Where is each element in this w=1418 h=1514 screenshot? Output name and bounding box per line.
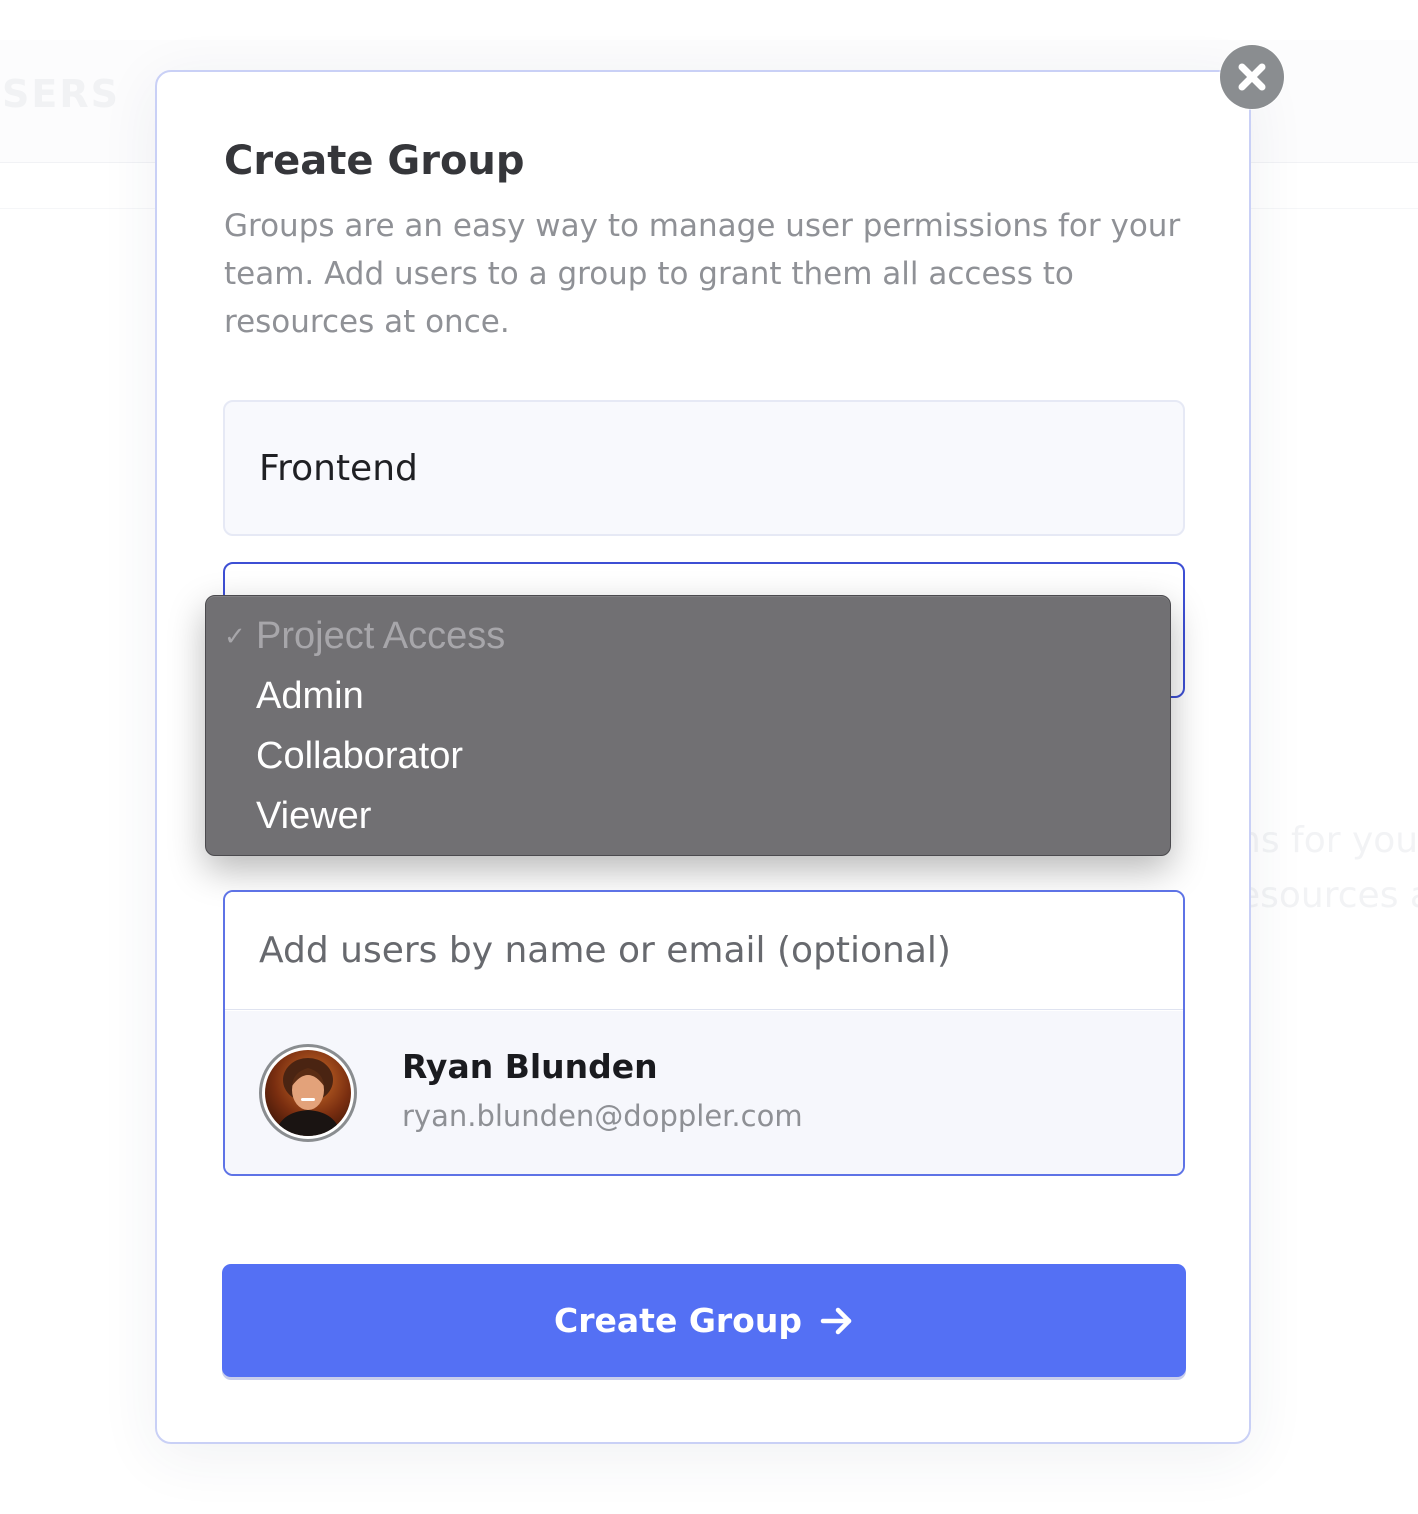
background-page-title: SERS	[2, 72, 120, 116]
create-group-button[interactable]: Create Group	[222, 1264, 1186, 1377]
avatar	[259, 1044, 357, 1142]
dropdown-option-admin[interactable]: Admin	[206, 666, 1170, 726]
create-group-button-label: Create Group	[554, 1301, 802, 1340]
group-name-input[interactable]	[223, 400, 1185, 536]
dropdown-option-collaborator[interactable]: Collaborator	[206, 726, 1170, 786]
dropdown-option-label: Viewer	[256, 795, 372, 837]
user-suggestion[interactable]: Ryan Blunden ryan.blunden@doppler.com	[225, 1011, 1183, 1174]
check-icon: ✓	[224, 621, 246, 651]
modal-description: Groups are an easy way to manage user pe…	[224, 208, 1181, 340]
arrow-right-icon	[820, 1307, 852, 1334]
background-text: esources a	[1238, 875, 1418, 916]
close-icon	[1238, 63, 1266, 91]
project-access-dropdown: ✓ Project Access Admin Collaborator View…	[205, 595, 1171, 856]
modal-title: Create Group	[224, 138, 525, 184]
dropdown-option-project-access: ✓ Project Access	[206, 606, 1170, 666]
user-search-input[interactable]	[225, 892, 1183, 1010]
dropdown-option-label: Project Access	[256, 615, 506, 657]
user-name: Ryan Blunden	[402, 1047, 658, 1086]
user-picker: Ryan Blunden ryan.blunden@doppler.com	[223, 890, 1185, 1176]
close-button[interactable]	[1220, 45, 1284, 109]
dropdown-option-viewer[interactable]: Viewer	[206, 786, 1170, 846]
avatar-photo	[265, 1050, 351, 1136]
page: SERS ns for you esources a Create Group …	[0, 0, 1418, 1514]
user-email: ryan.blunden@doppler.com	[402, 1099, 803, 1133]
dropdown-option-label: Admin	[256, 675, 364, 717]
background-text: ns for you	[1238, 820, 1418, 861]
dropdown-option-label: Collaborator	[256, 735, 463, 777]
